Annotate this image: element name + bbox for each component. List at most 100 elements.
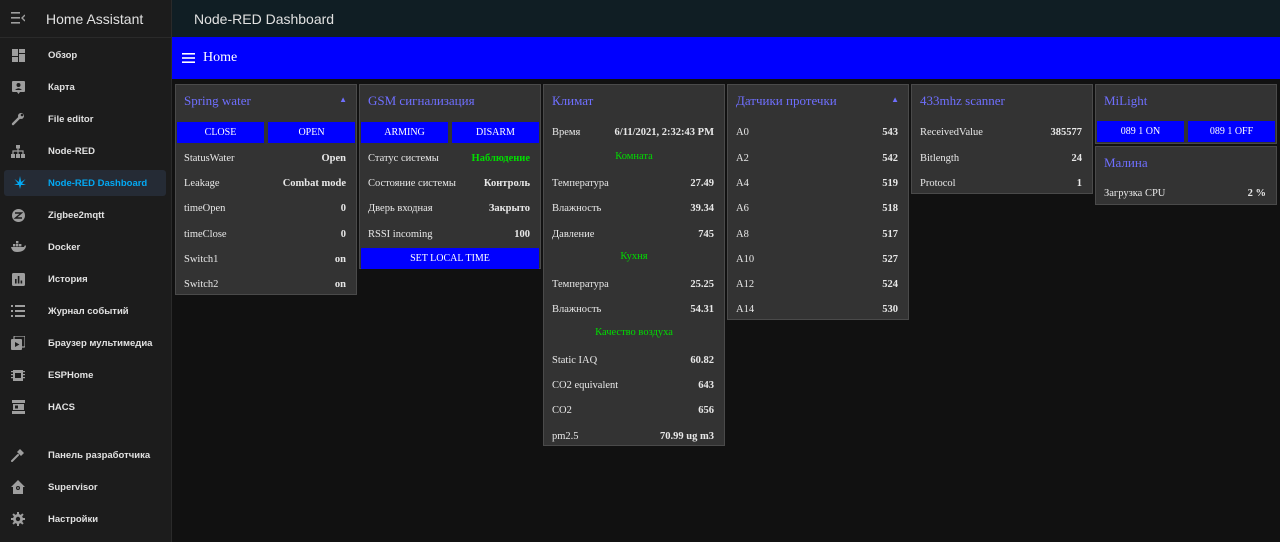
sidebar-item-file-editor[interactable]: File editor (0, 106, 167, 132)
sidebar-item-label: Браузер мультимедиа (48, 337, 153, 349)
top-bar: Node-RED Dashboard (172, 0, 1280, 37)
row-value: 0 (340, 228, 346, 240)
sidebar-item-node-red-dashboard[interactable]: Node-RED Dashboard (4, 170, 166, 196)
docker-icon (0, 241, 36, 253)
menu-icon[interactable] (182, 50, 195, 66)
sidebar-item-docker[interactable]: Docker (0, 234, 167, 260)
row-label: CO2 equivalent (552, 379, 619, 391)
sidebar-item-label: File editor (48, 113, 94, 125)
row-label: CO2 (552, 404, 572, 416)
row-value: 543 (882, 126, 898, 138)
close-button[interactable]: CLOSE (177, 122, 264, 143)
card-title: Малина (1104, 155, 1148, 170)
sidebar-header: Home Assistant (0, 0, 171, 38)
card-title: 433mhz scanner (920, 93, 1005, 108)
format-list-icon (0, 305, 36, 317)
row-status-water: StatusWater Open (184, 150, 346, 166)
row-value: 0 (340, 202, 346, 214)
row-value: 54.31 (690, 303, 714, 315)
row-value: 527 (882, 253, 898, 265)
card-433mhz-scanner: 433mhz scanner ReceivedValue 385577 Bitle… (911, 84, 1093, 194)
sidebar-item-node-red[interactable]: Node-RED (0, 138, 167, 164)
row-value: Open (321, 152, 346, 164)
row-system-status: Статус системы Наблюдение (368, 150, 530, 166)
row-label: Switch2 (184, 278, 219, 290)
row-room-humidity: Влажность 39.34 (552, 200, 714, 216)
map-account-icon (0, 80, 36, 94)
card-title: Климат (552, 93, 594, 108)
sidebar-item-label: Карта (48, 81, 75, 93)
row-a8: A8 517 (736, 226, 898, 242)
row-label: Protocol (920, 177, 956, 189)
row-value: 27.49 (690, 177, 714, 189)
menu-collapse-icon[interactable] (0, 11, 36, 27)
sidebar-item-supervisor[interactable]: Supervisor (0, 474, 167, 500)
row-label: Температура (552, 278, 609, 290)
row-kitchen-humidity: Влажность 54.31 (552, 301, 714, 317)
card-milight: MiLight 089 1 ON 089 1 OFF (1095, 84, 1277, 144)
row-bitlength: Bitlength 24 (920, 150, 1082, 166)
row-label: Влажность (552, 303, 602, 315)
row-a2: A2 542 (736, 150, 898, 166)
sidebar-item-overview[interactable]: Обзор (0, 42, 167, 68)
sidebar-item-label: Node-RED (48, 145, 95, 157)
open-button[interactable]: OPEN (268, 122, 355, 143)
row-time-close: timeClose 0 (184, 226, 346, 242)
dashboard-header: Home (172, 37, 1280, 79)
row-value: 24 (1071, 152, 1083, 164)
row-value: 6/11/2021, 2:32:43 PM (614, 126, 714, 138)
row-value: 70.99 ug m3 (660, 430, 714, 442)
row-a14: A14 530 (736, 301, 898, 317)
sidebar-item-label: HACS (48, 401, 75, 413)
hammer-icon (0, 448, 36, 462)
row-rssi: RSSI incoming 100 (368, 226, 530, 242)
row-system-state: Состояние системы Контроль (368, 175, 530, 191)
row-value: 542 (882, 152, 898, 164)
milight-on-button[interactable]: 089 1 ON (1097, 121, 1184, 142)
disarm-button[interactable]: DISARM (452, 122, 539, 143)
row-label: Дверь входная (368, 202, 433, 214)
card-title: MiLight (1104, 93, 1148, 108)
set-local-time-button[interactable]: SET LOCAL TIME (361, 248, 539, 269)
milight-off-button[interactable]: 089 1 OFF (1188, 121, 1275, 142)
row-value: 518 (882, 202, 898, 214)
sidebar-item-media-browser[interactable]: Браузер мультимедиа (0, 330, 167, 356)
row-value: 39.34 (690, 202, 714, 214)
row-value: 385577 (1050, 126, 1083, 138)
row-label: Загрузка CPU (1104, 187, 1166, 199)
row-value: 643 (698, 379, 714, 391)
row-label: A8 (736, 228, 749, 240)
sidebar-item-zigbee2mqtt[interactable]: Zigbee2mqtt (0, 202, 167, 228)
row-value: 25.25 (690, 278, 714, 290)
sidebar-item-label: Node-RED Dashboard (48, 177, 148, 189)
row-value: 2 % (1247, 187, 1266, 199)
collapse-up-icon[interactable]: ▲ (339, 95, 347, 104)
row-label: A0 (736, 126, 749, 138)
sidebar-item-settings[interactable]: Настройки (0, 506, 167, 532)
card-title: GSM сигнализация (368, 93, 475, 108)
row-value: 530 (882, 303, 898, 315)
sitemap-icon (0, 144, 36, 158)
sidebar-item-developer-tools[interactable]: Панель разработчика (0, 442, 167, 468)
dashboard-icon (0, 48, 36, 62)
arming-button[interactable]: ARMING (361, 122, 448, 143)
dashboard-tab-title: Home (203, 50, 238, 65)
row-label: Влажность (552, 202, 602, 214)
sidebar-item-history[interactable]: История (0, 266, 167, 292)
sidebar-item-logbook[interactable]: Журнал событий (0, 298, 167, 324)
row-pm25: pm2.5 70.99 ug m3 (552, 428, 714, 444)
collapse-up-icon[interactable]: ▲ (891, 95, 899, 104)
row-label: Статус системы (368, 152, 439, 164)
row-switch2: Switch2 on (184, 276, 346, 292)
row-label: Leakage (184, 177, 220, 189)
sidebar-item-map[interactable]: Карта (0, 74, 167, 100)
row-label: Bitlength (920, 152, 960, 164)
row-value: 524 (882, 278, 898, 290)
app-title: Home Assistant (46, 10, 144, 27)
sidebar-item-hacs[interactable]: HACS (0, 394, 167, 420)
row-switch1: Switch1 on (184, 251, 346, 267)
play-box-multiple-icon (0, 336, 36, 350)
row-value: Контроль (483, 177, 530, 189)
sidebar-item-esphome[interactable]: ESPHome (0, 362, 167, 388)
sidebar-item-label: История (48, 273, 88, 285)
